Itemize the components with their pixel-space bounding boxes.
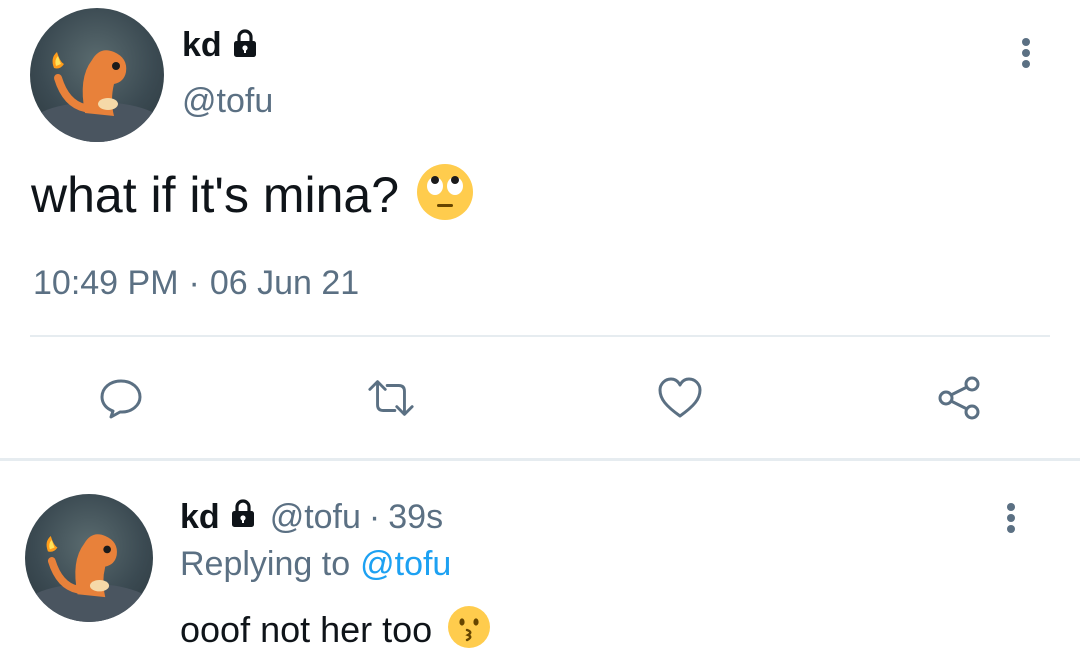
face-with-rolling-eyes-icon: [415, 162, 475, 227]
tweet-age: 39s: [388, 498, 444, 536]
section-divider: [0, 458, 1080, 461]
lock-icon: [230, 28, 260, 63]
replying-to-handle[interactable]: @tofu: [360, 545, 451, 584]
divider: [30, 335, 1050, 337]
tweet-date: 06 Jun 21: [209, 264, 360, 302]
avatar[interactable]: [30, 8, 164, 142]
more-options-icon[interactable]: [1021, 38, 1031, 68]
tweet-text: what if it's mina?: [31, 166, 400, 223]
share-icon: [938, 376, 980, 420]
charmander-avatar-icon: [25, 534, 153, 622]
separator-dot: ·: [188, 264, 200, 302]
speech-bubble-icon: [100, 379, 142, 419]
tweet-time: 10:49 PM: [33, 264, 179, 302]
heart-icon: [658, 377, 702, 418]
display-name[interactable]: kd: [180, 498, 220, 537]
handle[interactable]: @tofu: [270, 498, 361, 537]
lock-icon: [228, 498, 258, 537]
reply-text: ooof not her too: [180, 608, 433, 650]
more-options-icon[interactable]: [1006, 503, 1016, 533]
display-name[interactable]: kd: [182, 26, 222, 65]
retweet-icon: [368, 380, 414, 416]
avatar[interactable]: [25, 494, 153, 622]
share-button[interactable]: [935, 373, 985, 423]
like-button[interactable]: [655, 373, 705, 423]
kissing-face-icon: [446, 604, 492, 655]
retweet-button[interactable]: [366, 373, 416, 423]
replying-to-label: Replying to: [180, 545, 351, 583]
separator-dot: ·: [368, 498, 381, 536]
reply-button[interactable]: [96, 373, 146, 423]
handle[interactable]: @tofu: [182, 82, 273, 121]
charmander-avatar-icon: [30, 50, 164, 142]
